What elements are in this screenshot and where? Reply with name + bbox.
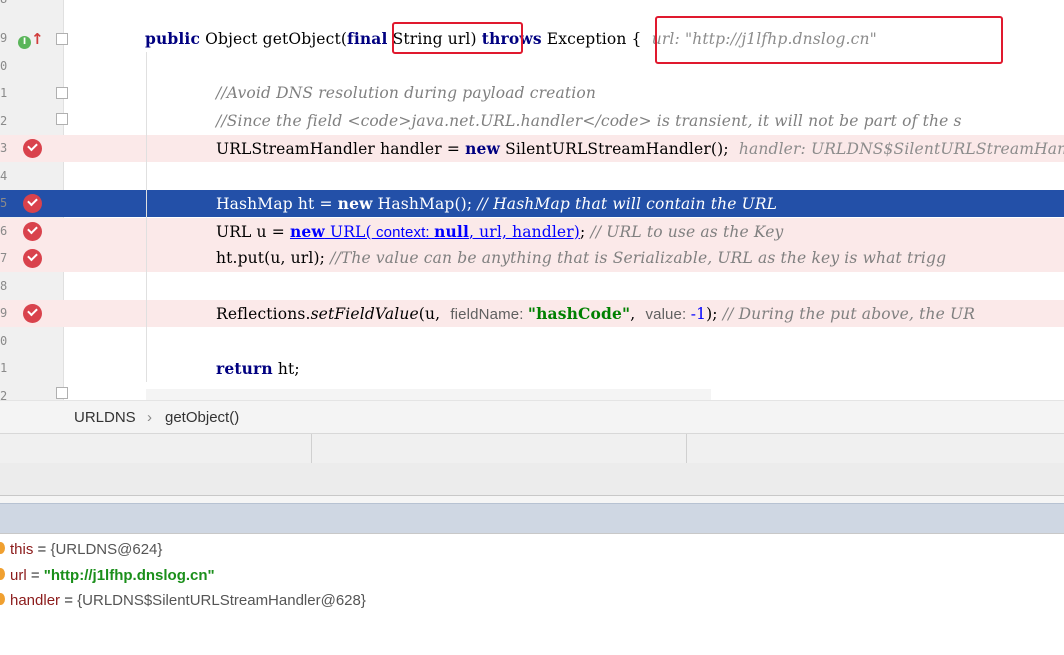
line-number: 0: [0, 59, 8, 73]
code-line: 8: [0, 0, 1064, 13]
line-number: 8: [0, 279, 8, 293]
breakpoint-icon[interactable]: [23, 304, 42, 323]
breadcrumb-class[interactable]: URLDNS: [74, 409, 136, 426]
implements-method-icon[interactable]: I ↑: [18, 30, 44, 49]
variable-value: {URLDNS@624}: [50, 541, 163, 558]
field-icon: [0, 542, 5, 554]
line-number: 3: [0, 141, 8, 155]
code-line-comment: 1 //Avoid DNS resolution during payload …: [0, 80, 1064, 107]
line-number: 9: [0, 31, 8, 45]
code-line: 8: [0, 273, 1064, 300]
line-number: 1: [0, 86, 8, 100]
fold-icon[interactable]: [56, 33, 68, 45]
annotation-box-hint: [655, 16, 1003, 64]
indent-guide: [146, 52, 147, 382]
code-editor[interactable]: 8 9 I↑ public Object getObject(final Str…: [0, 0, 1064, 400]
debug-toolbar-row: [0, 433, 1064, 464]
code-line-comment: 2 //Since the field <code>java.net.URL.h…: [0, 108, 1064, 135]
line-number: 4: [0, 169, 8, 183]
panel-divider: [311, 434, 312, 464]
field-icon: [0, 568, 5, 580]
line-number: 1: [0, 361, 8, 375]
variable-name: url: [10, 567, 27, 584]
code-line-breakpoint: 9 Reflections.setFieldValue(u, fieldName…: [0, 300, 1064, 327]
line-number: 6: [0, 224, 8, 238]
breakpoint-icon[interactable]: [23, 139, 42, 158]
fold-icon[interactable]: [56, 87, 68, 99]
debug-panel-area: [0, 463, 1064, 495]
code-text: Reflections.setFieldValue(u, fieldName: …: [216, 304, 976, 323]
code-text: return ht;: [216, 359, 300, 378]
line-number: 5: [0, 196, 8, 210]
breakpoint-icon[interactable]: [23, 222, 42, 241]
breadcrumb-method[interactable]: getObject(): [165, 409, 239, 426]
line-number: 7: [0, 251, 8, 265]
variable-row[interactable]: this = {URLDNS@624}: [0, 536, 162, 562]
breadcrumb: URLDNS › getObject(): [0, 400, 1064, 434]
variable-value: {URLDNS$SilentURLStreamHandler@628}: [77, 592, 366, 609]
line-number: 9: [0, 306, 8, 320]
variable-value: "http://j1lfhp.dnslog.cn": [43, 567, 215, 584]
line-number: 8: [0, 0, 12, 6]
panel-divider: [686, 434, 687, 464]
variable-name: this: [10, 541, 34, 558]
line-number: 2: [0, 114, 8, 128]
code-text: HashMap ht = new HashMap(); // HashMap t…: [216, 194, 778, 213]
code-line-breakpoint: 7 ht.put(u, url); //The value can be any…: [0, 245, 1064, 272]
breakpoint-icon[interactable]: [23, 194, 42, 213]
code-text: URLStreamHandler handler = new SilentURL…: [216, 139, 1064, 158]
line-number: 2: [0, 389, 8, 400]
fold-icon[interactable]: [56, 113, 68, 125]
inline-value-hint: handler: URLDNS$SilentURLStreamHandl: [738, 140, 1064, 158]
fold-icon[interactable]: [56, 387, 68, 399]
breadcrumb-separator: ›: [147, 409, 152, 426]
annotation-box-parameter: [392, 22, 523, 54]
code-line: 0: [0, 328, 1064, 355]
code-line-current-execution: 5 HashMap ht = new HashMap(); // HashMap…: [0, 190, 1064, 217]
code-text: ht.put(u, url); //The value can be anyth…: [216, 249, 947, 267]
variables-tab-bar: [0, 503, 1064, 534]
code-line-breakpoint: 3 URLStreamHandler handler = new SilentU…: [0, 135, 1064, 162]
code-line: 4: [0, 163, 1064, 190]
variable-row[interactable]: handler = {URLDNS$SilentURLStreamHandler…: [0, 587, 366, 613]
code-line-breakpoint: 6 URL u = new URL( context: null, url, h…: [0, 218, 1064, 245]
variables-panel: this = {URLDNS@624} url = "http://j1lfhp…: [0, 533, 1064, 611]
code-text: URL u = new URL( context: null, url, han…: [216, 222, 784, 241]
code-line-return: 1 return ht;: [0, 355, 1064, 382]
variable-row[interactable]: url = "http://j1lfhp.dnslog.cn": [0, 562, 215, 588]
scroll-overlap: [146, 389, 711, 400]
line-number: 0: [0, 334, 8, 348]
code-comment: //Since the field <code>java.net.URL.han…: [216, 112, 962, 130]
breakpoint-icon[interactable]: [23, 249, 42, 268]
code-comment: //Avoid DNS resolution during payload cr…: [216, 84, 596, 102]
variable-name: handler: [10, 592, 61, 609]
field-icon: [0, 593, 5, 605]
